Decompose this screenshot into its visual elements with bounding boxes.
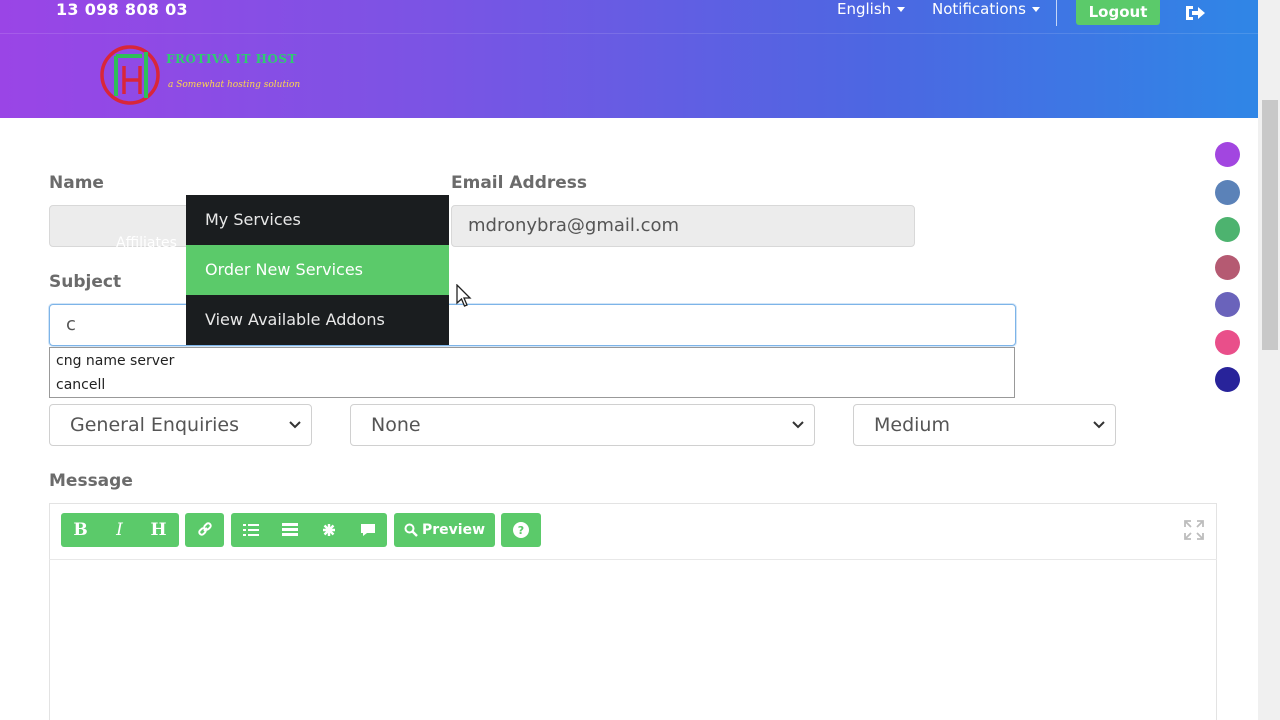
- list-button-group: [231, 513, 387, 547]
- search-icon: [404, 523, 418, 537]
- language-selector[interactable]: English: [837, 0, 906, 18]
- theme-color-navy[interactable]: [1215, 367, 1240, 392]
- brand-tagline: a Somewhat hosting solution: [168, 80, 301, 90]
- bold-label: B: [73, 520, 88, 540]
- message-editor[interactable]: [49, 503, 1217, 720]
- asterisk-icon: [322, 524, 335, 536]
- link-button[interactable]: [185, 513, 224, 547]
- comment-icon: [360, 524, 375, 536]
- question-icon: ?: [513, 522, 529, 538]
- italic-button[interactable]: I: [100, 513, 139, 547]
- preview-label: Preview: [421, 522, 485, 538]
- heading-label: H: [150, 520, 167, 540]
- ordered-list-button[interactable]: [270, 513, 309, 547]
- logout-button[interactable]: Logout: [1076, 0, 1160, 25]
- priority-select[interactable]: Medium: [853, 404, 1116, 446]
- preview-button[interactable]: Preview: [394, 513, 495, 547]
- mouse-pointer-icon: [456, 284, 472, 307]
- language-label: English: [837, 0, 892, 18]
- autocomplete-option[interactable]: cancell: [56, 377, 105, 393]
- affiliates-nav-link[interactable]: Affiliates: [116, 235, 177, 251]
- topbar-separator: [1056, 0, 1057, 26]
- phone-number: 13 098 808 03: [56, 0, 188, 19]
- editor-toolbar-divider: [49, 559, 1217, 560]
- email-field[interactable]: mdronybra@gmail.com: [451, 205, 915, 247]
- autocomplete-option[interactable]: cng name server: [56, 353, 174, 369]
- header-divider: [0, 33, 1258, 34]
- svg-text:?: ?: [518, 524, 524, 537]
- code-button[interactable]: [309, 513, 348, 547]
- chevron-down-icon: [1093, 421, 1105, 429]
- theme-color-rose[interactable]: [1215, 255, 1240, 280]
- scrollbar-thumb[interactable]: [1262, 100, 1278, 350]
- list-ol-icon: [281, 523, 298, 536]
- chevron-down-icon: [289, 421, 301, 429]
- subject-autocomplete-list: cng name server cancell: [49, 347, 1015, 398]
- priority-value: Medium: [874, 414, 950, 436]
- link-button-group: [185, 513, 224, 547]
- notifications-label: Notifications: [932, 0, 1026, 18]
- sign-out-icon[interactable]: [1184, 3, 1206, 23]
- name-label: Name: [49, 173, 104, 193]
- link-icon: [197, 522, 212, 536]
- message-label: Message: [49, 471, 133, 491]
- menu-item-my-services[interactable]: My Services: [186, 195, 449, 245]
- format-button-group: B I H: [61, 513, 179, 547]
- email-label: Email Address: [451, 173, 588, 193]
- unordered-list-button[interactable]: [231, 513, 270, 547]
- italic-label: I: [116, 520, 123, 540]
- services-dropdown-menu: My Services Order New Services View Avai…: [186, 195, 449, 345]
- theme-color-purple[interactable]: [1215, 142, 1240, 167]
- caret-down-icon: [897, 7, 906, 12]
- brand-name: FROTIVA IT HOST: [166, 52, 297, 66]
- list-ul-icon: [242, 524, 259, 536]
- heading-button[interactable]: H: [139, 513, 178, 547]
- notifications-menu[interactable]: Notifications: [932, 0, 1040, 18]
- brand-logo-icon[interactable]: [98, 44, 162, 106]
- caret-down-icon: [1031, 7, 1040, 12]
- quote-button[interactable]: [348, 513, 387, 547]
- department-select[interactable]: General Enquiries: [49, 404, 312, 446]
- menu-item-order-new-services[interactable]: Order New Services: [186, 245, 449, 295]
- related-service-select[interactable]: None: [350, 404, 815, 446]
- help-button[interactable]: ?: [501, 513, 541, 547]
- theme-color-pink[interactable]: [1215, 330, 1240, 355]
- menu-item-view-addons[interactable]: View Available Addons: [186, 295, 449, 345]
- subject-label: Subject: [49, 272, 122, 292]
- fullscreen-icon[interactable]: [1183, 519, 1205, 541]
- theme-color-green[interactable]: [1215, 217, 1240, 242]
- theme-color-steel-blue[interactable]: [1215, 180, 1240, 205]
- chevron-down-icon: [792, 421, 804, 429]
- bold-button[interactable]: B: [61, 513, 100, 547]
- related-service-value: None: [371, 414, 421, 436]
- department-value: General Enquiries: [70, 414, 240, 436]
- theme-color-indigo[interactable]: [1215, 292, 1240, 317]
